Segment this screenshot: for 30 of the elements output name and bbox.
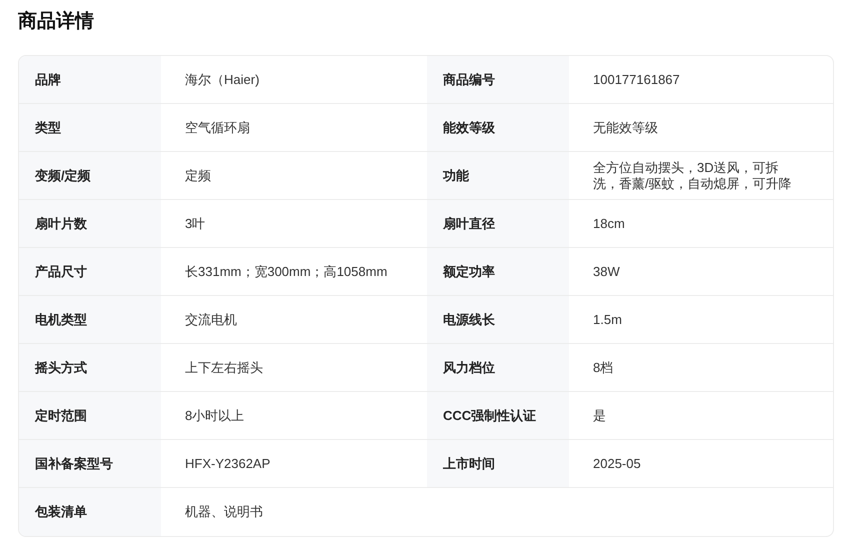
spec-label: 上市时间 bbox=[427, 440, 569, 488]
spec-value: 38W bbox=[569, 248, 833, 296]
spec-label: 包装清单 bbox=[19, 488, 161, 536]
section-title: 商品详情 bbox=[18, 10, 95, 34]
spec-label: 产品尺寸 bbox=[19, 248, 161, 296]
spec-label: 商品编号 bbox=[427, 56, 569, 104]
spec-value: 18cm bbox=[569, 200, 833, 248]
spec-label: 扇叶片数 bbox=[19, 200, 161, 248]
spec-value: 1.5m bbox=[569, 296, 833, 344]
spec-label: 额定功率 bbox=[427, 248, 569, 296]
spec-value: 是 bbox=[569, 392, 833, 440]
spec-value: 机器、说明书 bbox=[184, 503, 264, 521]
spec-value: 无能效等级 bbox=[569, 104, 833, 152]
spec-label: 品牌 bbox=[19, 56, 161, 104]
spec-label: 功能 bbox=[427, 152, 569, 200]
spec-value: 100177161867 bbox=[569, 56, 833, 104]
spec-label: 电源线长 bbox=[427, 296, 569, 344]
spec-label: 类型 bbox=[19, 104, 161, 152]
spec-value: 全方位自动摆头，3D送风，可拆洗，香薰/驱蚊，自动熄屏，可升降 bbox=[569, 152, 833, 200]
spec-label: 变频/定频 bbox=[19, 152, 161, 200]
spec-label: 风力档位 bbox=[427, 344, 569, 392]
spec-label: 摇头方式 bbox=[19, 344, 161, 392]
spec-value: 2025-05 bbox=[569, 440, 833, 488]
spec-value: 8档 bbox=[569, 344, 833, 392]
spec-label: 能效等级 bbox=[427, 104, 569, 152]
spec-label: 电机类型 bbox=[19, 296, 161, 344]
spec-label: CCC强制性认证 bbox=[427, 392, 569, 440]
spec-label: 扇叶直径 bbox=[427, 200, 569, 248]
spec-label: 国补备案型号 bbox=[19, 440, 161, 488]
spec-label: 定时范围 bbox=[19, 392, 161, 440]
